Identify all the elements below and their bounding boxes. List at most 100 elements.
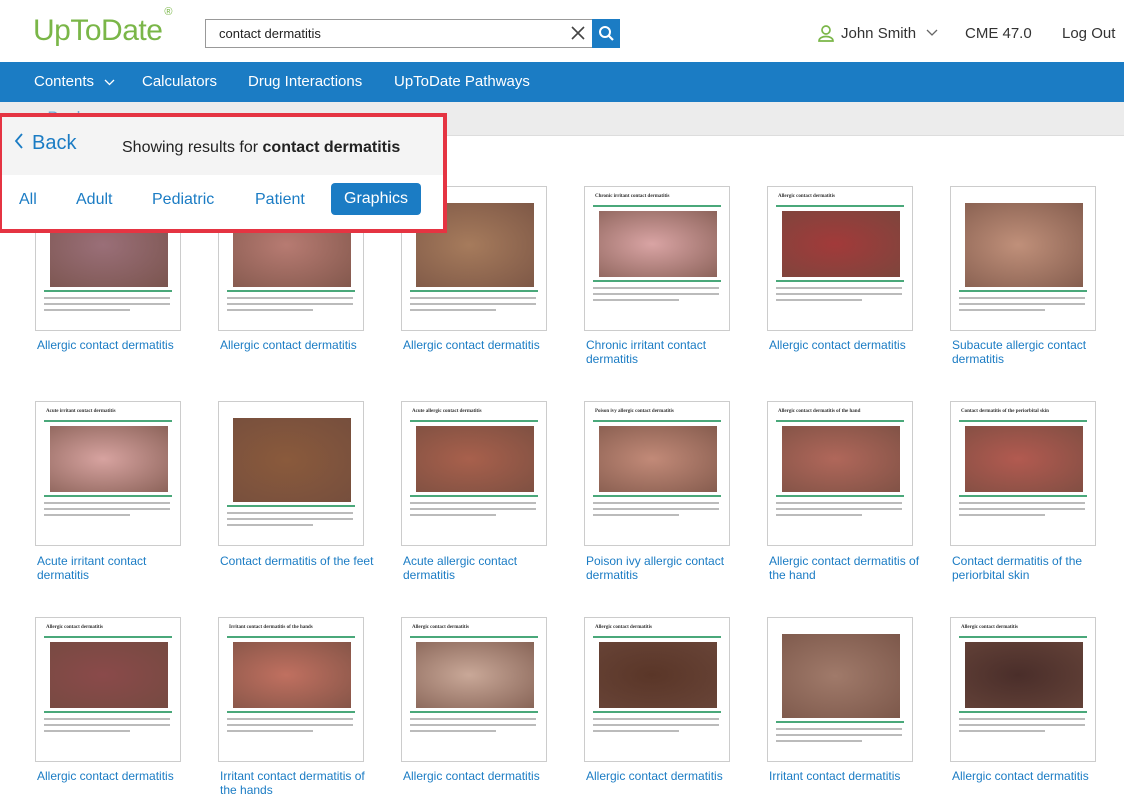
graphic-footnote-line	[227, 730, 313, 732]
graphic-rule	[959, 495, 1087, 497]
uptodate-logo[interactable]: UpToDate®	[33, 6, 172, 48]
nav-contents[interactable]: Contents	[34, 73, 115, 90]
graphic-rule	[776, 205, 904, 207]
search-icon	[599, 26, 614, 41]
graphic-caption-link[interactable]: Irritant contact dermatitis of the hands	[220, 769, 380, 797]
clinical-photo	[965, 426, 1083, 492]
cme-credits[interactable]: CME 47.0	[965, 25, 1032, 42]
graphic-footnote-line	[44, 514, 130, 516]
graphic-caption-link[interactable]: Allergic contact dermatitis	[220, 338, 380, 352]
tab-graphics[interactable]: Graphics	[331, 183, 422, 215]
graphic-footnote-line	[593, 730, 679, 732]
graphic-footnote-line	[410, 297, 536, 299]
graphic-caption-link[interactable]: Allergic contact dermatitis	[952, 769, 1112, 783]
search-query: contact dermatitis	[262, 139, 401, 156]
search-button[interactable]	[592, 19, 620, 48]
graphic-caption-link[interactable]: Irritant contact dermatitis	[769, 769, 929, 783]
graphic-thumbnail[interactable]: Acute irritant contact dermatitis	[35, 401, 181, 546]
graphic-caption-link[interactable]: Acute allergic contact dermatitis	[403, 554, 563, 582]
graphic-rule	[410, 711, 538, 713]
search-input[interactable]	[206, 20, 566, 47]
graphic-caption-link[interactable]: Allergic contact dermatitis	[37, 769, 197, 783]
tab-adult[interactable]: Adult	[76, 191, 112, 209]
graphic-rule	[593, 711, 721, 713]
graphic-footnote-line	[959, 297, 1085, 299]
graphic-thumbnail[interactable]: Poison ivy allergic contact dermatitis	[584, 401, 730, 546]
graphic-thumbnail[interactable]	[218, 401, 364, 546]
graphic-rule	[227, 290, 355, 292]
graphic-rule	[593, 636, 721, 638]
graphic-caption-link[interactable]: Chronic irritant contact dermatitis	[586, 338, 746, 366]
graphic-thumbnail[interactable]: Allergic contact dermatitis of the hand	[767, 401, 913, 546]
graphic-caption-link[interactable]: Allergic contact dermatitis	[403, 338, 563, 352]
clinical-photo	[599, 426, 717, 492]
graphic-caption-link[interactable]: Contact dermatitis of the feet	[220, 554, 380, 568]
graphic-footnote-line	[959, 502, 1085, 504]
clinical-photo	[233, 418, 351, 502]
graphic-footnote-line	[227, 303, 353, 305]
graphic-rule	[593, 205, 721, 207]
nav-drug-interactions[interactable]: Drug Interactions	[248, 73, 362, 90]
graphic-rule	[776, 420, 904, 422]
graphic-thumbnail-title: Allergic contact dermatitis	[961, 625, 1018, 630]
graphic-rule	[776, 495, 904, 497]
graphic-caption-link[interactable]: Acute irritant contact dermatitis	[37, 554, 197, 582]
graphic-thumbnail[interactable]: Acute allergic contact dermatitis	[401, 401, 547, 546]
graphic-caption-link[interactable]: Subacute allergic contact dermatitis	[952, 338, 1112, 366]
result-tabs: All Adult Pediatric Patient Graphics	[2, 175, 443, 229]
graphic-footnote-line	[227, 524, 313, 526]
graphic-caption-link[interactable]: Allergic contact dermatitis	[586, 769, 746, 783]
graphic-rule	[959, 420, 1087, 422]
graphic-rule	[44, 290, 172, 292]
chevron-left-icon	[14, 133, 23, 149]
graphic-thumbnail-title: Chronic irritant contact dermatitis	[595, 194, 670, 199]
graphic-footnote-line	[227, 309, 313, 311]
graphic-rule	[44, 420, 172, 422]
clear-search-button[interactable]	[564, 20, 592, 47]
graphic-footnote-line	[44, 508, 170, 510]
close-icon	[571, 26, 585, 40]
clinical-photo	[782, 634, 900, 718]
graphic-caption-link[interactable]: Allergic contact dermatitis of the hand	[769, 554, 929, 582]
graphic-footnote-line	[227, 518, 353, 520]
nav-pathways[interactable]: UpToDate Pathways	[394, 73, 530, 90]
nav-calculators[interactable]: Calculators	[142, 73, 217, 90]
search-box	[205, 19, 620, 48]
user-menu[interactable]: John Smith	[817, 24, 938, 42]
graphic-rule	[44, 495, 172, 497]
graphic-caption-link[interactable]: Allergic contact dermatitis	[769, 338, 929, 352]
graphic-caption-link[interactable]: Allergic contact dermatitis	[37, 338, 197, 352]
graphic-thumbnail[interactable]	[767, 617, 913, 762]
graphic-footnote-line	[44, 724, 170, 726]
graphic-thumbnail[interactable]: Contact dermatitis of the periorbital sk…	[950, 401, 1096, 546]
graphic-thumbnail[interactable]: Allergic contact dermatitis	[35, 617, 181, 762]
user-icon	[818, 25, 834, 42]
graphic-thumbnail[interactable]: Allergic contact dermatitis	[584, 617, 730, 762]
graphic-thumbnail[interactable]: Allergic contact dermatitis	[767, 186, 913, 331]
graphic-footnote-line	[776, 740, 862, 742]
tab-patient[interactable]: Patient	[255, 191, 305, 209]
graphic-footnote-line	[410, 508, 536, 510]
graphic-caption-link[interactable]: Contact dermatitis of the periorbital sk…	[952, 554, 1112, 582]
graphic-caption-link[interactable]: Allergic contact dermatitis	[403, 769, 563, 783]
user-name: John Smith	[841, 24, 917, 42]
clinical-photo	[416, 426, 534, 492]
graphic-caption-link[interactable]: Poison ivy allergic contact dermatitis	[586, 554, 746, 582]
graphic-footnote-line	[776, 299, 862, 301]
graphic-thumbnail[interactable]: Irritant contact dermatitis of the hands	[218, 617, 364, 762]
graphic-rule	[410, 495, 538, 497]
tab-pediatric[interactable]: Pediatric	[152, 191, 214, 209]
graphic-footnote-line	[227, 512, 353, 514]
tab-all[interactable]: All	[19, 191, 37, 209]
graphic-thumbnail-title: Allergic contact dermatitis	[412, 625, 469, 630]
graphic-thumbnail[interactable]: Allergic contact dermatitis	[950, 617, 1096, 762]
logout-link[interactable]: Log Out	[1062, 25, 1115, 42]
graphic-thumbnail[interactable]: Allergic contact dermatitis	[401, 617, 547, 762]
graphic-footnote-line	[959, 730, 1045, 732]
graphic-footnote-line	[593, 293, 719, 295]
back-link[interactable]: Back	[14, 132, 76, 155]
graphic-thumbnail[interactable]: Chronic irritant contact dermatitis	[584, 186, 730, 331]
graphic-thumbnail[interactable]	[950, 186, 1096, 331]
graphic-footnote-line	[593, 514, 679, 516]
graphic-thumbnail-title: Allergic contact dermatitis of the hand	[778, 409, 861, 414]
